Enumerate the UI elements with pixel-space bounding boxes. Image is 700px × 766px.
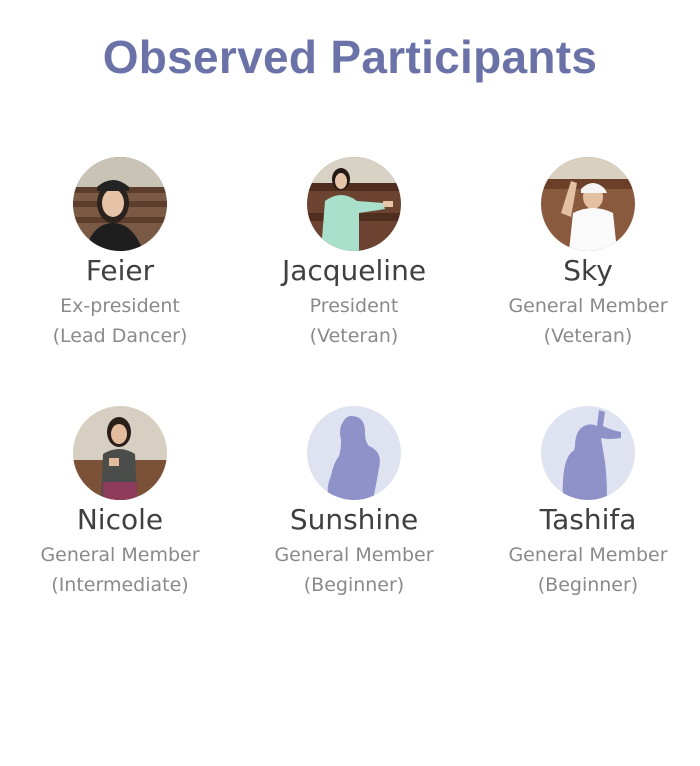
photo-dancer-icon [307,157,401,251]
participant-card-sunshine: Sunshine General Member (Beginner) [254,406,454,600]
silhouette-icon [307,406,401,500]
participant-name: Nicole [76,503,164,536]
participant-level: (Veteran) [543,325,633,347]
participant-card-jacqueline: Jacqueline President (Veteran) [254,157,454,351]
participant-level: (Intermediate) [51,574,189,596]
participant-level: (Beginner) [537,574,639,596]
participant-card-tashifa: Tashifa General Member (Beginner) [488,406,688,600]
participant-role: General Member [508,544,668,566]
participant-level: (Lead Dancer) [52,325,188,347]
participant-role: General Member [40,544,200,566]
participant-name: Sky [563,254,613,287]
participant-name: Sunshine [289,503,419,536]
photo-portrait-icon [73,157,167,251]
participant-level: (Veteran) [309,325,399,347]
photo-cap-dancer-icon [541,157,635,251]
participant-name: Jacqueline [281,254,427,287]
participant-role: President [309,295,399,317]
page-title: Observed Participants [102,31,598,83]
silhouette-pose-icon [541,406,635,500]
participant-name: Tashifa [539,503,637,536]
participant-card-sky: Sky General Member (Veteran) [488,157,688,351]
participant-role: General Member [274,544,434,566]
participant-card-nicole: Nicole General Member (Intermediate) [20,406,220,600]
participant-card-feier: Feier Ex-president (Lead Dancer) [20,157,220,351]
participant-level: (Beginner) [303,574,405,596]
photo-dancer-icon [73,406,167,500]
participant-role: General Member [508,295,668,317]
participant-role: Ex-president [60,295,180,317]
participant-name: Feier [85,254,155,287]
